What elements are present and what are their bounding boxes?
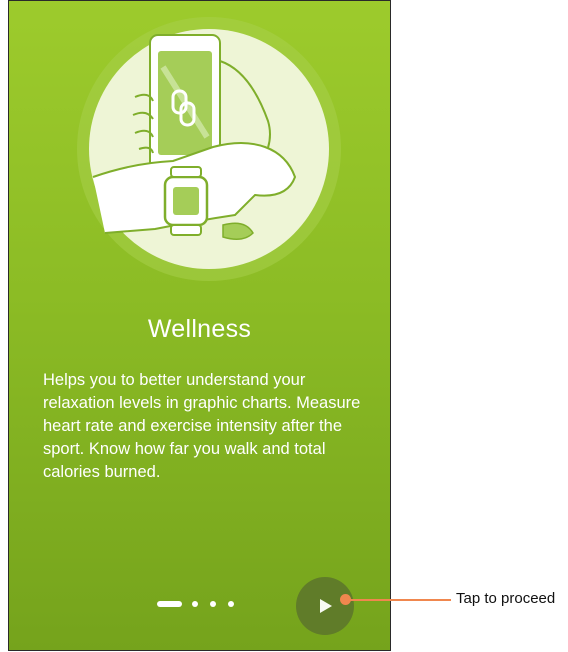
- page-dot: [192, 601, 198, 607]
- page-dot-active: [157, 601, 182, 607]
- page-dot: [228, 601, 234, 607]
- callout-dot: [340, 594, 351, 605]
- screen-title: Wellness: [147, 315, 252, 343]
- page-dot: [210, 601, 216, 607]
- callout-label: Tap to proceed: [456, 590, 556, 607]
- play-icon: [320, 599, 332, 613]
- callout-line: [345, 599, 451, 601]
- phone-screen: Wellness Helps you to better understand …: [8, 0, 391, 651]
- page-indicator: [157, 598, 246, 610]
- next-button[interactable]: [296, 577, 354, 635]
- feature-description: Helps you to better understand your rela…: [43, 371, 361, 481]
- wellness-illustration: [77, 17, 341, 281]
